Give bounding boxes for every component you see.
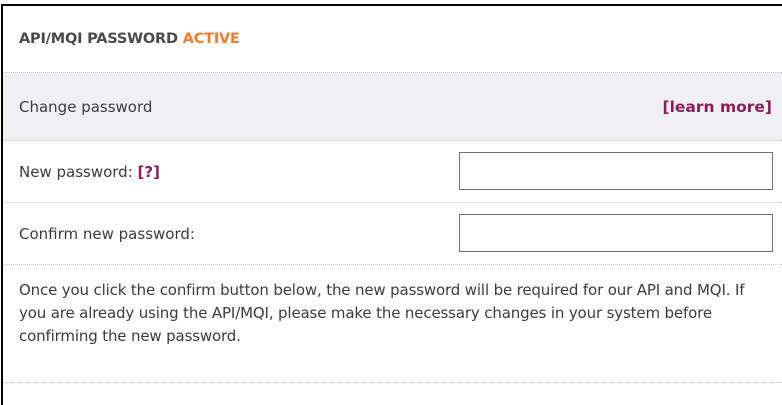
- confirm-password-field[interactable]: [459, 214, 773, 252]
- section-title: Change password: [19, 98, 153, 116]
- new-password-label-text: New password:: [19, 163, 133, 181]
- status-badge: ACTIVE: [182, 31, 240, 47]
- new-password-field[interactable]: [459, 152, 773, 190]
- panel-title: API/MQI PASSWORD: [19, 31, 178, 47]
- api-password-panel: API/MQI PASSWORD ACTIVE Change password …: [1, 4, 782, 405]
- panel-header: API/MQI PASSWORD ACTIVE: [3, 6, 782, 72]
- confirm-password-label: Confirm new password:: [19, 225, 195, 243]
- learn-more-link[interactable]: [learn more]: [663, 73, 772, 142]
- password-change-notice: Once you click the confirm button below,…: [3, 265, 782, 383]
- confirm-password-row: Confirm new password:: [3, 203, 782, 265]
- new-password-label: New password: [?]: [19, 141, 160, 203]
- change-password-section-header: Change password [learn more]: [3, 72, 782, 141]
- notice-text: Once you click the confirm button below,…: [19, 281, 745, 345]
- password-help-link[interactable]: [?]: [138, 163, 160, 181]
- new-password-row: New password: [?]: [3, 141, 782, 203]
